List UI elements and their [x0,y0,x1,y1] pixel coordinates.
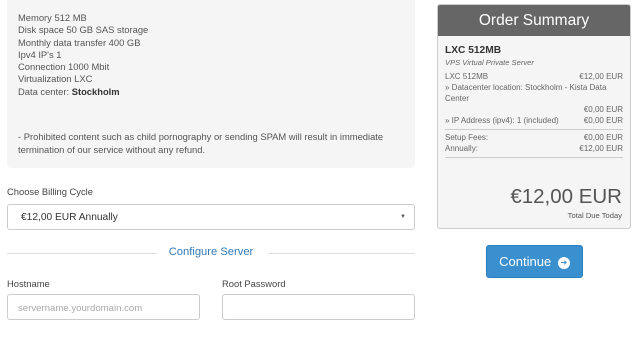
annually-value: €12,00 EUR [579,144,623,153]
line-value: €12,00 EUR [579,72,623,81]
line-label: » IP Address (ipv4): 1 (included) [445,116,559,125]
summary-line-datacenter: » Datacenter location: Stockholm - Kista… [445,82,623,115]
order-summary-body: LXC 512MB VPS Virtual Private Server LXC… [445,44,623,160]
chevron-down-icon: ▼ [400,214,406,220]
divider-right [269,253,415,254]
summary-product-name: LXC 512MB [445,45,502,56]
spec-disk-space: Disk space 50 GB SAS storage [18,24,149,36]
terms-note: - Prohibited content such as child porno… [18,131,384,155]
annually-label: Annually: [445,144,478,153]
configure-server-title: Configure Server [168,246,254,258]
hostname-label: Hostname [7,278,50,289]
summary-divider [445,157,623,158]
hostname-input[interactable]: servername.yourdomain.com [7,294,200,320]
line-label: LXC 512MB [445,72,489,81]
spec-data-transfer: Monthly data transfer 400 GB [18,36,141,48]
line-label: » Datacenter location: Stockholm - Kista… [445,83,607,103]
summary-annually: Annually: €12,00 EUR [445,143,623,154]
continue-button[interactable]: Continue ➜ [486,245,583,278]
spec-virtualization: Virtualization LXC [18,73,93,85]
setup-fees-label: Setup Fees: [445,133,489,142]
summary-setup-fees: Setup Fees: €0,00 EUR [445,132,623,143]
total-due-amount: €12,00 EUR [510,185,622,208]
product-details-panel: Memory 512 MB Disk space 50 GB SAS stora… [7,0,415,168]
total-due-caption: Total Due Today [567,211,622,220]
continue-button-label: Continue [499,254,552,269]
root-password-label: Root Password [222,278,286,289]
datacenter-label: Data center: [18,85,72,97]
setup-fees-value: €0,00 EUR [583,133,623,142]
product-spec-list: Memory 512 MB Disk space 50 GB SAS stora… [18,12,148,98]
datacenter-value: Stockholm [71,85,120,97]
billing-cycle-select[interactable]: €12,00 EUR Annually ▼ [7,204,415,230]
root-password-input[interactable] [222,294,415,320]
billing-cycle-value: €12,00 EUR Annually [21,212,118,223]
summary-line-ip-address: » IP Address (ipv4): 1 (included) €0,00 … [445,115,623,126]
summary-product-group: VPS Virtual Private Server [445,58,534,67]
spec-datacenter: Data center: Stockholm [18,86,148,98]
configure-server-heading: Configure Server [7,246,415,260]
summary-divider [445,129,623,130]
spec-memory: Memory 512 MB [18,12,87,23]
line-value: €0,00 EUR [583,116,623,125]
billing-cycle-label: Choose Billing Cycle [7,186,93,197]
arrow-circle-right-icon: ➜ [557,257,570,269]
order-summary-panel: Order Summary LXC 512MB VPS Virtual Priv… [437,4,631,229]
line-value: €0,00 EUR [583,105,623,114]
spec-ipv4: Ipv4 IP's 1 [18,48,62,60]
summary-line-product: LXC 512MB €12,00 EUR [445,71,623,82]
spec-connection: Connection 1000 Mbit [18,61,110,73]
order-summary-title: Order Summary [438,5,630,36]
